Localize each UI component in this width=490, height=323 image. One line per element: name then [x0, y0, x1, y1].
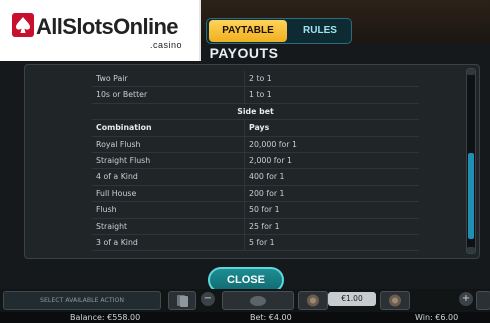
table-row: Flush 50 for 1 — [92, 202, 419, 219]
table-row: 10s or Better 1 to 1 — [92, 87, 419, 104]
action-prompt: SELECT AVAILABLE ACTION — [3, 291, 161, 310]
table-row: 3 of a Kind 5 for 1 — [92, 234, 419, 252]
hand-pays: 400 for 1 — [249, 172, 285, 182]
menu-button[interactable] — [476, 291, 490, 310]
tab-rules[interactable]: RULES — [291, 20, 349, 42]
chip-icon — [307, 294, 319, 307]
balance-label: Balance: €558.00 — [70, 313, 141, 322]
minus-button[interactable]: − — [201, 292, 215, 306]
chip-button[interactable] — [298, 291, 328, 310]
chip-selector[interactable] — [222, 291, 294, 310]
hand-name: Full House — [92, 185, 245, 202]
hand-name: 4 of a Kind — [92, 169, 245, 185]
hand-name: Two Pair — [92, 71, 245, 87]
plus-button[interactable]: + — [459, 292, 473, 306]
spade-card-icon — [12, 13, 34, 37]
hand-pays: 1 to 1 — [249, 90, 272, 100]
scroll-down-cap[interactable] — [467, 247, 475, 253]
table-row: Two Pair 2 to 1 — [92, 71, 419, 88]
hand-name: 10s or Better — [92, 87, 245, 103]
hand-name: Flush — [92, 202, 245, 218]
tab-bar: PAYTABLE RULES — [206, 18, 352, 44]
payout-table: Two Pair 2 to 1 10s or Better 1 to 1 Sid… — [92, 71, 419, 252]
hand-pays: 200 for 1 — [249, 188, 285, 198]
hand-pays: 2 to 1 — [249, 74, 272, 83]
scroll-up-cap[interactable] — [467, 69, 475, 75]
bet-amount: €1.00 — [328, 292, 376, 306]
site-logo: AllSlotsOnline .casino — [0, 0, 201, 61]
hand-icon — [250, 296, 266, 306]
table-row: Straight 25 for 1 — [92, 218, 419, 235]
hand-name: Royal Flush — [92, 136, 245, 152]
page-title: PAYOUTS — [209, 45, 279, 61]
column-header-combination: Combination — [92, 120, 245, 136]
hand-pays: 2,000 for 1 — [249, 155, 292, 165]
table-row: Royal Flush 20,000 for 1 — [92, 136, 419, 153]
hand-name: 3 of a Kind — [92, 234, 245, 251]
hand-pays: 5 for 1 — [249, 237, 275, 247]
tab-paytable[interactable]: PAYTABLE — [209, 20, 287, 42]
double-button[interactable] — [380, 291, 410, 310]
cards-icon — [177, 295, 188, 307]
table-row: 4 of a Kind 400 for 1 — [92, 169, 419, 186]
cards-button[interactable] — [168, 291, 196, 310]
table-row: Full House 200 for 1 — [92, 185, 419, 203]
table-header-row: Combination Pays — [92, 120, 419, 137]
chip-stack-icon — [389, 294, 401, 307]
section-heading-row: Side bet — [92, 104, 419, 121]
section-heading: Side bet — [237, 106, 274, 116]
scrollbar[interactable] — [466, 68, 476, 254]
logo-text: AllSlotsOnline — [36, 14, 179, 39]
logo-suffix: .casino — [150, 40, 183, 50]
scrollbar-thumb[interactable] — [468, 153, 474, 239]
payout-panel: Two Pair 2 to 1 10s or Better 1 to 1 Sid… — [24, 64, 480, 259]
hand-pays: 20,000 for 1 — [249, 139, 297, 149]
column-header-pays: Pays — [249, 123, 270, 133]
hand-pays: 25 for 1 — [249, 221, 280, 231]
bet-label: Bet: €4.00 — [250, 313, 292, 322]
hand-pays: 50 for 1 — [249, 205, 280, 215]
win-label: Win: €6.00 — [415, 313, 459, 322]
hand-name: Straight — [92, 218, 245, 234]
table-row: Straight Flush 2,000 for 1 — [92, 152, 419, 170]
hand-name: Straight Flush — [92, 152, 245, 169]
